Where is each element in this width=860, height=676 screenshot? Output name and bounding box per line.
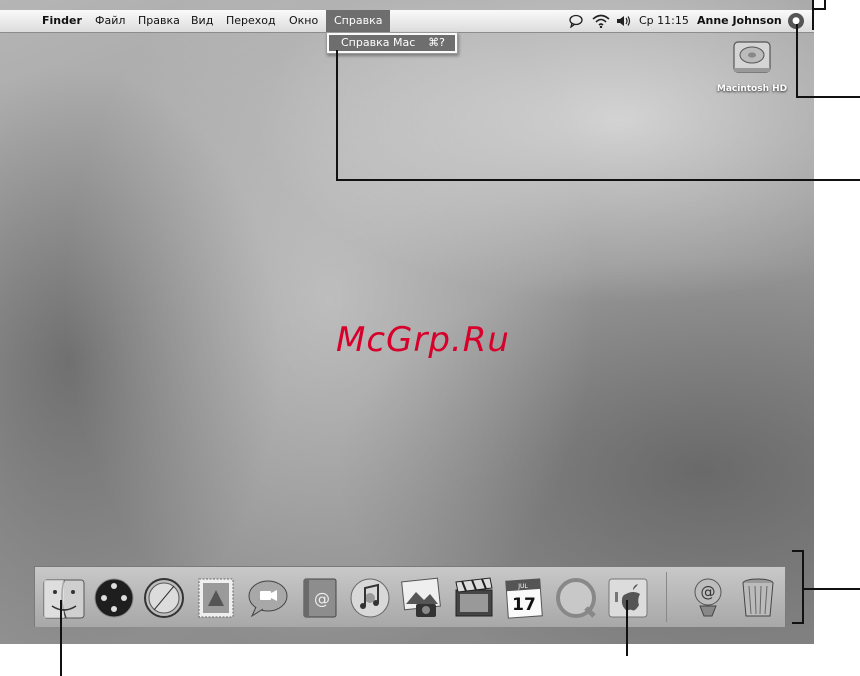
callout-line: [804, 588, 860, 590]
mail-icon[interactable]: [194, 576, 238, 620]
dropdown-item-label: Справка Mac: [341, 36, 416, 49]
menu-help[interactable]: Справка: [326, 10, 391, 32]
imovie-icon[interactable]: [452, 576, 496, 620]
finder-icon[interactable]: [42, 576, 86, 620]
svg-text:@: @: [701, 583, 716, 601]
dashboard-icon[interactable]: [92, 576, 136, 620]
quicktime-icon[interactable]: [554, 576, 598, 620]
ical-day-label: 17: [512, 595, 536, 615]
callout-line: [812, 0, 814, 30]
desktop-screen: Finder Файл Правка Вид Переход Окно Спра…: [0, 0, 814, 644]
ical-icon[interactable]: JUL 17: [502, 576, 546, 620]
ichat-status-icon[interactable]: [568, 14, 584, 28]
macintosh-hd-desktop-icon[interactable]: Macintosh HD: [716, 38, 788, 98]
menu-finder[interactable]: Finder: [42, 10, 82, 32]
wifi-icon[interactable]: [592, 14, 610, 28]
menu-edit[interactable]: Правка: [138, 10, 180, 32]
callout-line: [60, 600, 62, 676]
callout-line: [824, 0, 826, 10]
watermark-text: McGrp.Ru: [336, 320, 510, 360]
address-book-icon[interactable]: @: [298, 576, 342, 620]
dropdown-item-shortcut: ⌘?: [428, 36, 445, 49]
iphoto-icon[interactable]: [400, 576, 444, 620]
system-preferences-icon[interactable]: [606, 576, 650, 620]
callout-line: [792, 622, 804, 624]
ichat-icon[interactable]: [246, 576, 290, 620]
downloads-stack-icon[interactable]: @: [686, 576, 730, 620]
menu-view[interactable]: Вид: [191, 10, 213, 32]
trash-icon[interactable]: [736, 576, 780, 620]
menu-window[interactable]: Окно: [289, 10, 318, 32]
menu-clock[interactable]: Ср 11:15: [639, 10, 689, 32]
callout-line: [802, 550, 804, 624]
callout-line: [336, 50, 338, 180]
callout-line: [626, 600, 628, 656]
itunes-icon[interactable]: [348, 576, 392, 620]
ical-month-label: JUL: [517, 583, 528, 590]
callout-line: [336, 179, 860, 181]
hd-label: Macintosh HD: [716, 84, 788, 94]
hard-drive-icon: [733, 41, 771, 73]
volume-icon[interactable]: [616, 14, 632, 28]
menu-bar: Finder Файл Правка Вид Переход Окно Спра…: [0, 10, 814, 33]
callout-line: [796, 96, 860, 98]
menu-go[interactable]: Переход: [226, 10, 276, 32]
help-dropdown: Справка Mac ⌘?: [326, 32, 458, 54]
callout-line: [796, 24, 798, 98]
menu-user[interactable]: Anne Johnson: [697, 10, 782, 32]
menu-file[interactable]: Файл: [95, 10, 125, 32]
svg-text:@: @: [314, 589, 330, 608]
safari-icon[interactable]: [142, 576, 186, 620]
dock-separator: [666, 572, 667, 622]
dropdown-item-mac-help[interactable]: Справка Mac ⌘?: [329, 35, 455, 51]
